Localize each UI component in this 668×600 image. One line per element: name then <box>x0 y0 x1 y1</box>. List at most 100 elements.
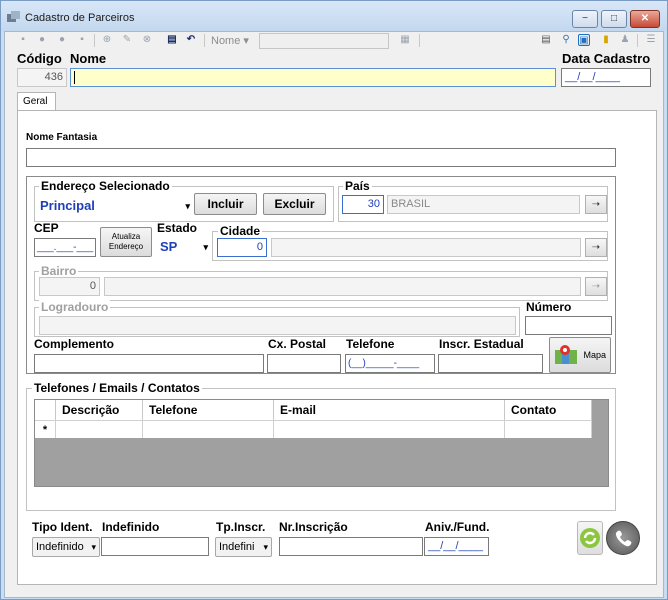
column-header-telefone[interactable]: Telefone <box>143 400 274 420</box>
tipo-ident-select[interactable]: Indefinido ▾ <box>32 537 100 557</box>
logradouro-label: Logradouro <box>39 300 111 314</box>
documento-input[interactable] <box>101 537 209 556</box>
telefone-input[interactable]: (__)_____-____ <box>345 354 435 373</box>
cep-label: CEP <box>34 221 59 235</box>
codigo-field: 436 <box>17 68 67 87</box>
cidade-name-field <box>271 238 581 257</box>
numero-label: Número <box>526 300 572 314</box>
pais-code-input[interactable]: 30 <box>342 195 384 214</box>
filter-icon[interactable]: ▣ <box>578 34 590 46</box>
first-record-icon[interactable]: ● <box>36 34 48 46</box>
client-area: ▪ ● ● ▪ ⊕ ✎ ⊗ ▤ ↶ Nome ▾ ▦ ▤ ⚲ ▣ ▮ ♟ ☰ C… <box>4 31 664 598</box>
table-cell[interactable] <box>274 420 505 438</box>
toolbar: ▪ ● ● ▪ ⊕ ✎ ⊗ ▤ ↶ Nome ▾ ▦ ▤ ⚲ ▣ ▮ ♟ ☰ <box>5 32 663 50</box>
user-icon[interactable]: ♟ <box>619 34 631 46</box>
estado-label: Estado <box>157 221 198 235</box>
inscr-estadual-input[interactable] <box>438 354 543 373</box>
excluir-button[interactable]: Excluir <box>263 193 326 215</box>
contacts-grid: Descrição Telefone E-mail Contato * <box>34 399 609 487</box>
table-cell[interactable] <box>143 420 274 438</box>
aniv-fund-input[interactable]: __/__/____ <box>424 537 489 556</box>
new-row-marker: * <box>35 420 56 438</box>
codigo-label: Código <box>17 51 62 66</box>
chevron-down-icon: ▾ <box>185 201 190 211</box>
pais-lookup-icon[interactable]: ➝ <box>585 195 607 214</box>
next-record-icon[interactable]: ▪ <box>76 34 88 46</box>
column-header-contato[interactable]: Contato <box>505 400 592 420</box>
estado-select[interactable]: SP ▾ <box>160 237 208 257</box>
close-button[interactable]: ✕ <box>630 10 660 28</box>
print-icon[interactable]: ▤ <box>540 34 552 46</box>
cx-postal-input[interactable] <box>267 354 341 373</box>
toolbar-separator <box>94 34 95 47</box>
nr-inscricao-input[interactable] <box>279 537 423 556</box>
edit-icon[interactable]: ✎ <box>121 34 133 46</box>
chevron-down-icon: ▾ <box>91 542 96 552</box>
refresh-icon <box>580 528 600 548</box>
search-input[interactable] <box>259 33 389 49</box>
nome-fantasia-label: Nome Fantasia <box>26 132 98 143</box>
toolbar-separator <box>637 34 638 47</box>
endereco-selecionado-label: Endereço Selecionado <box>39 179 172 193</box>
new-icon[interactable]: ▪ <box>17 34 29 46</box>
window: Cadastro de Parceiros − □ ✕ ▪ ● ● ▪ ⊕ ✎ … <box>0 0 668 600</box>
mapa-button[interactable]: Mapa <box>549 337 611 373</box>
previous-record-icon[interactable]: ● <box>56 34 68 46</box>
report-icon[interactable]: ▮ <box>600 34 612 46</box>
app-icon <box>7 11 20 22</box>
tab-geral[interactable]: Geral <box>17 92 56 111</box>
phone-button[interactable] <box>606 521 640 555</box>
save-icon[interactable]: ▤ <box>166 34 178 46</box>
numero-input[interactable] <box>525 316 612 335</box>
minimize-button[interactable]: − <box>572 10 598 28</box>
data-cadastro-input[interactable]: __/__/____ <box>561 68 651 87</box>
endereco-value: Principal <box>40 198 95 213</box>
data-cadastro-label: Data Cadastro <box>562 51 651 66</box>
search-icon[interactable]: ⚲ <box>560 34 572 46</box>
search-options-icon[interactable]: ▦ <box>398 34 412 46</box>
complemento-label: Complemento <box>34 337 115 351</box>
title-bar: Cadastro de Parceiros − □ ✕ <box>1 1 667 31</box>
toolbar-separator <box>419 34 420 47</box>
bairro-lookup-icon[interactable]: ➝ <box>585 277 607 296</box>
phone-icon <box>615 530 632 547</box>
chevron-down-icon: ▾ <box>263 542 268 552</box>
tp-inscr-select[interactable]: Indefini ▾ <box>215 537 272 557</box>
search-field-combo[interactable]: Nome ▾ <box>211 34 257 49</box>
column-header-email[interactable]: E-mail <box>274 400 505 420</box>
window-title: Cadastro de Parceiros <box>25 12 135 24</box>
bairro-name-field <box>104 277 581 296</box>
toolbar-separator <box>204 34 205 47</box>
nome-fantasia-input[interactable] <box>26 148 616 167</box>
table-cell[interactable] <box>56 420 143 438</box>
map-icon <box>555 345 577 364</box>
atualiza-endereco-button[interactable]: Atualiza Endereço <box>100 227 152 257</box>
cep-input[interactable]: ___.___-___ <box>34 238 96 257</box>
nome-input[interactable] <box>70 68 556 87</box>
menu-icon[interactable]: ☰ <box>645 34 657 46</box>
maximize-button[interactable]: □ <box>601 10 627 28</box>
tp-inscr-label: Tp.Inscr. <box>216 520 266 534</box>
delete-icon[interactable]: ⊗ <box>141 34 153 46</box>
text-cursor <box>74 71 75 84</box>
table-cell[interactable] <box>505 420 592 438</box>
pais-name-field: BRASIL <box>387 195 580 214</box>
refresh-button[interactable] <box>577 521 603 555</box>
undo-icon[interactable]: ↶ <box>185 34 197 46</box>
cidade-label: Cidade <box>218 224 263 238</box>
complemento-input[interactable] <box>34 354 264 373</box>
logradouro-field <box>39 316 516 335</box>
indefinido-label: Indefinido <box>102 520 160 534</box>
bairro-label: Bairro <box>39 264 79 278</box>
incluir-button[interactable]: Incluir <box>194 193 257 215</box>
aniv-fund-label: Aniv./Fund. <box>425 520 490 534</box>
tab-panel: Nome Fantasia Endereço Selecionado Princ… <box>17 110 657 585</box>
mapa-label: Mapa <box>583 350 606 360</box>
cidade-lookup-icon[interactable]: ➝ <box>585 238 607 257</box>
inscr-estadual-label: Inscr. Estadual <box>439 337 524 351</box>
column-header-descricao[interactable]: Descrição <box>56 400 143 420</box>
cidade-code-input[interactable]: 0 <box>217 238 267 257</box>
row-header-corner <box>35 400 56 420</box>
endereco-select[interactable]: Principal ▾ <box>40 197 190 215</box>
add-icon[interactable]: ⊕ <box>101 34 113 46</box>
